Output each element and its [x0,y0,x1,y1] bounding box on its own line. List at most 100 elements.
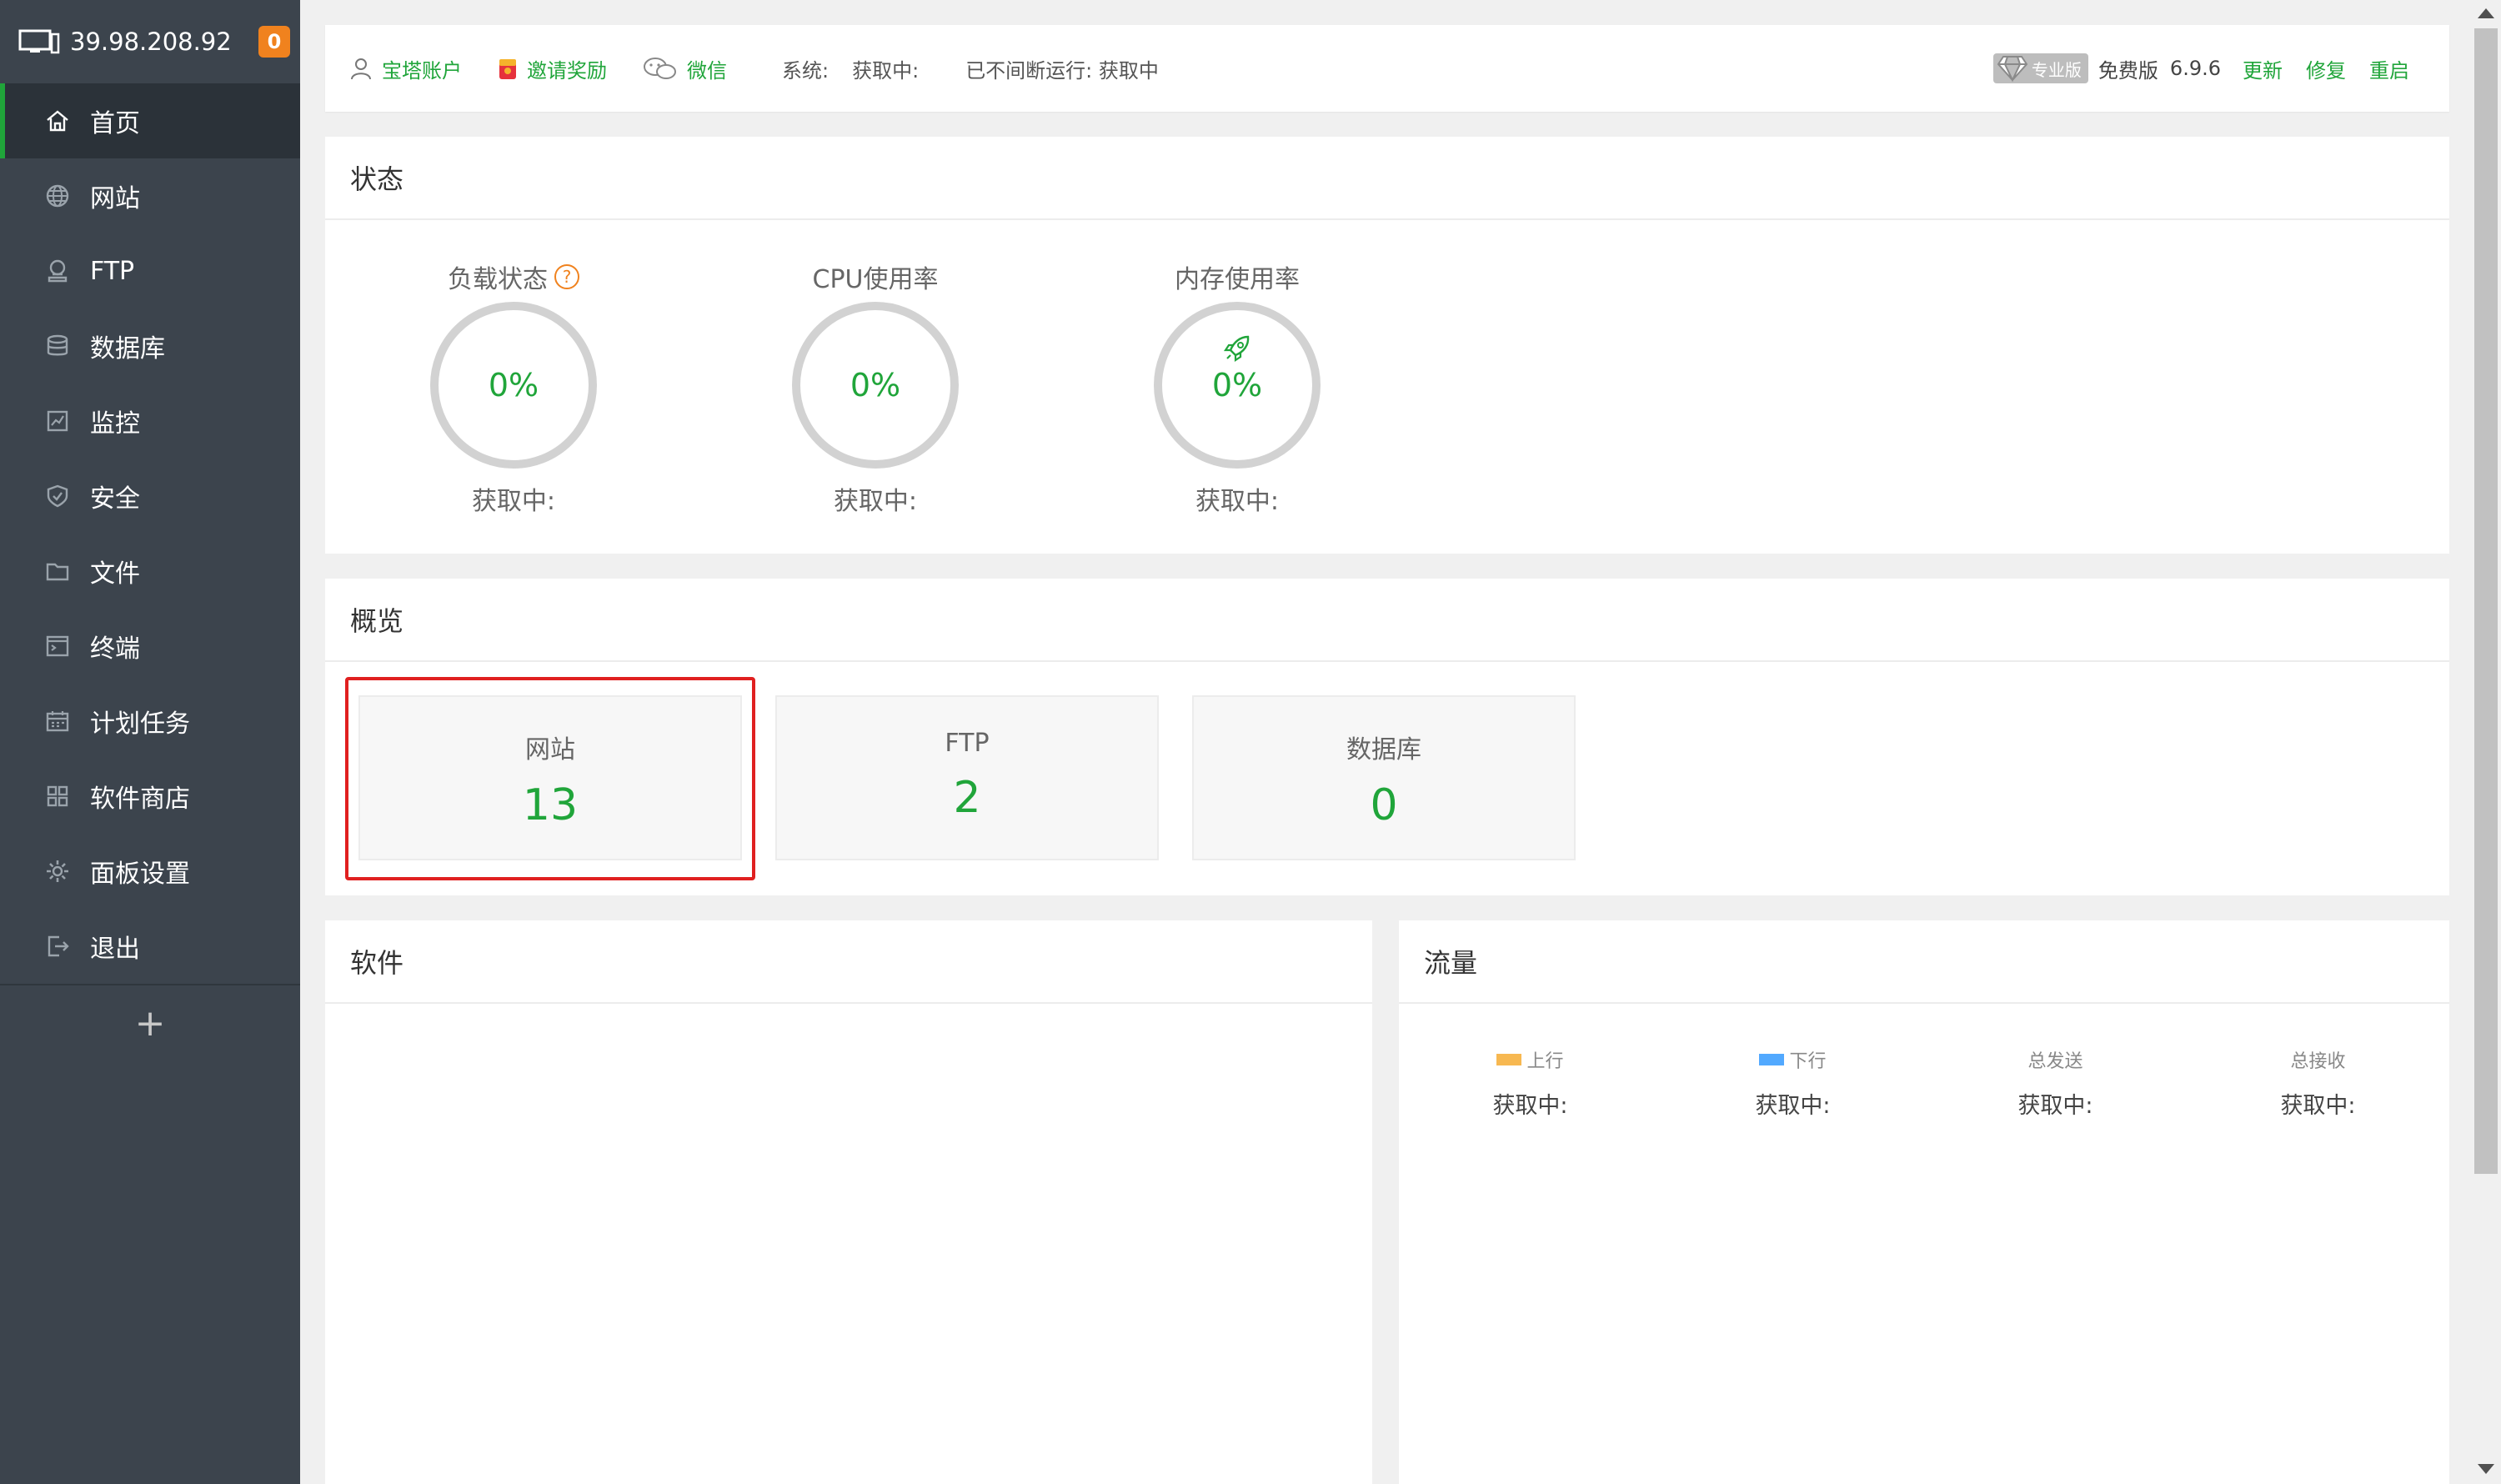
pro-badge[interactable]: 专业版 [1992,53,2088,83]
overview-card-database[interactable]: 数据库 0 [1192,695,1576,860]
top-header: 宝塔账户 邀请奖励 微信 系统: 获取中: 已不间断运行: 获取中 专业版 免费… [325,25,2449,112]
cpu-sub: 获取中: [833,487,918,516]
traffic-stats: 上行 获取中: 下行 获取中: 总发送 获取中: 总接收 获取中: [1399,1004,2449,1120]
traffic-total-received-label: 总接收 [2290,1051,2346,1072]
database-icon [43,332,72,360]
overview-card-value: 2 [953,773,981,823]
sidebar-item-label: 软件商店 [90,785,190,814]
overview-card-website[interactable]: 网站 13 [358,695,742,860]
gift-icon [499,59,516,79]
system-value: 获取中: [852,58,920,83]
load-gauge-label: 负载状态 [448,265,548,294]
account-link-label: 宝塔账户 [382,58,462,83]
load-ring[interactable]: 0% [430,302,597,469]
sidebar-item-label: 退出 [90,935,140,964]
edition-label: 免费版 [2098,58,2158,83]
sidebar-item-label: FTP [90,256,135,286]
traffic-upstream-header: 上行 [1399,1047,1661,1072]
version-number: 6.9.6 [2169,57,2221,80]
update-button[interactable]: 更新 [2243,54,2283,83]
traffic-upstream-value: 获取中: [1492,1093,1568,1119]
cpu-value: 0% [850,367,901,404]
sidebar-item-label: 文件 [90,559,140,589]
status-panel: 状态 负载状态 ? 0% 获取中: CPU使用率 0% 获取中: 内存使用率 0… [325,137,2449,554]
memory-gauge-label: 内存使用率 [1175,265,1300,294]
memory-gauge: 内存使用率 0% 获取中: [1112,260,1362,517]
logout-icon [43,932,72,960]
restart-button[interactable]: 重启 [2369,54,2409,83]
apps-icon [43,782,72,810]
sidebar-item-appstore[interactable]: 软件商店 [0,759,300,834]
overview-panel: 概览 网站 13 FTP 2 数据库 0 [325,579,2449,895]
overview-card-name: 数据库 [1346,735,1421,765]
status-title: 状态 [325,137,2449,220]
traffic-downstream-header: 下行 [1661,1047,1924,1072]
sidebar-item-database[interactable]: 数据库 [0,308,300,384]
traffic-total-sent: 总发送 获取中: [1924,1047,2187,1120]
add-shortcut-button[interactable]: + [0,984,300,1060]
home-icon [43,107,72,135]
sidebar-item-security[interactable]: 安全 [0,459,300,534]
cpu-ring[interactable]: 0% [792,302,959,469]
notification-badge[interactable]: 0 [258,26,290,58]
user-icon [351,58,371,80]
repair-button[interactable]: 修复 [2306,54,2346,83]
sidebar-item-label: 网站 [90,184,140,213]
traffic-total-sent-label: 总发送 [2027,1051,2083,1072]
memory-ring[interactable]: 0% [1154,302,1321,469]
load-gauge: 负载状态 ? 0% 获取中: [388,260,639,517]
gear-icon [43,857,72,885]
sidebar-item-settings[interactable]: 面板设置 [0,834,300,909]
monitor-icon [43,407,72,435]
pro-badge-label: 专业版 [2031,59,2082,80]
sidebar-item-label: 计划任务 [90,709,190,739]
sidebar-item-terminal[interactable]: 终端 [0,609,300,684]
rocket-icon[interactable] [1220,332,1254,365]
scroll-up-arrow[interactable] [2478,8,2494,18]
overview-card-name: 网站 [525,735,575,765]
scroll-down-arrow[interactable] [2478,1464,2494,1474]
ftp-icon [43,257,72,285]
sidebar-item-label: 监控 [90,409,140,439]
sidebar-item-website[interactable]: 网站 [0,158,300,233]
overview-card-name: FTP [945,729,990,758]
sidebar-item-files[interactable]: 文件 [0,534,300,609]
sidebar-item-monitor[interactable]: 监控 [0,384,300,459]
memory-sub: 获取中: [1195,487,1280,516]
load-value: 0% [488,367,539,404]
load-gauge-header: 负载状态 ? [388,260,639,294]
terminal-icon [43,632,72,660]
traffic-downstream: 下行 获取中: [1661,1047,1924,1120]
traffic-title: 流量 [1399,920,2449,1004]
overview-card-value: 13 [522,780,579,830]
overview-card-ftp[interactable]: FTP 2 [775,695,1159,860]
sidebar-item-home[interactable]: 首页 [0,83,300,158]
software-panel: 软件 [325,920,1372,1484]
traffic-downstream-value: 获取中: [1755,1093,1831,1119]
traffic-panel: 流量 上行 获取中: 下行 获取中: 总发送 获取中: 总接收 获取中: [1399,920,2449,1484]
upstream-swatch [1496,1054,1522,1065]
monitor-icon [18,29,60,54]
sidebar-item-logout[interactable]: 退出 [0,909,300,984]
wechat-link[interactable]: 微信 [642,54,727,83]
calendar-icon [43,707,72,735]
uptime-text: 已不间断运行: 获取中 [965,58,1159,83]
overview-card-value: 0 [1370,780,1398,830]
invite-link[interactable]: 邀请奖励 [497,54,607,83]
sidebar-header: 39.98.208.92 0 [0,0,300,83]
wechat-link-label: 微信 [687,58,727,83]
traffic-upstream-label: 上行 [1526,1051,1564,1072]
sidebar-item-label: 数据库 [90,334,165,363]
page-scrollbar[interactable] [2471,0,2501,1484]
traffic-downstream-label: 下行 [1789,1051,1827,1072]
sidebar: 39.98.208.92 0 首页 网站 FTP 数据库 监控 安全 文件 终端… [0,0,300,1484]
sidebar-item-ftp[interactable]: FTP [0,233,300,308]
cpu-gauge-label: CPU使用率 [812,265,939,294]
account-link[interactable]: 宝塔账户 [348,54,462,83]
help-icon[interactable]: ? [554,264,579,289]
scroll-thumb[interactable] [2474,28,2498,1174]
traffic-total-sent-value: 获取中: [2017,1093,2093,1119]
traffic-upstream: 上行 获取中: [1399,1047,1661,1120]
sidebar-item-cron[interactable]: 计划任务 [0,684,300,759]
software-title: 软件 [325,920,1372,1004]
